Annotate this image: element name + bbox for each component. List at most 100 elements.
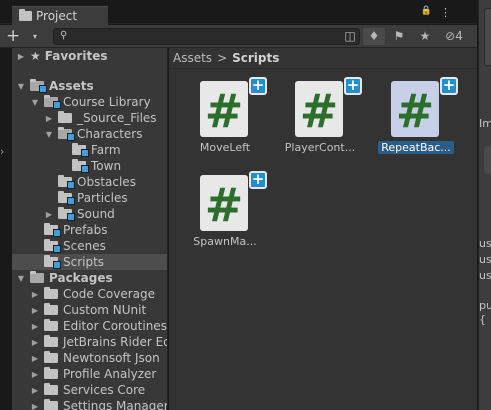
tree-item[interactable]: Particles [12, 190, 167, 206]
folder-icon [44, 399, 58, 410]
folder-icon [72, 143, 89, 157]
script-asset-item[interactable]: # + PlayerCont... [282, 77, 362, 161]
expand-arrow-icon[interactable]: ▼ [16, 274, 26, 283]
tree-item[interactable]: ▶ JetBrains Rider Edit [12, 334, 167, 350]
breadcrumb-assets[interactable]: Assets [173, 51, 212, 65]
chevron-down-icon[interactable]: ▾ [33, 32, 37, 41]
tree-item-label: Favorites [44, 49, 108, 63]
script-asset-name-text: MoveLeft [199, 141, 251, 154]
inspector-code-line: { [479, 313, 486, 326]
breadcrumb: Assets > Scripts [173, 50, 279, 66]
tree-item[interactable]: ▼ Characters [12, 126, 167, 142]
tree-item[interactable]: Farm [12, 142, 167, 158]
inspector-code-line: us [479, 269, 491, 282]
tree-item-label: Services Core [63, 383, 146, 397]
tree-item[interactable]: Obstacles [12, 174, 167, 190]
folder-icon [44, 255, 61, 269]
project-asset-view[interactable]: Assets > Scripts # + MoveLeft # + PlayerCont.… [169, 48, 477, 410]
tree-item[interactable]: ▼ Packages [12, 270, 167, 286]
collapse-arrow-icon[interactable]: ▶ [30, 322, 40, 331]
tree-item[interactable]: ▶ Profile Analyzer [12, 366, 167, 382]
expand-arrow-icon[interactable]: ▼ [16, 82, 26, 91]
collapse-arrow-icon[interactable]: ▶ [30, 290, 40, 299]
collapse-arrow-icon[interactable]: ▶ [30, 370, 40, 379]
search-input[interactable] [70, 29, 340, 44]
project-folder-tree[interactable]: ▶ ★ Favorites ▼ Assets ▼ Course Library ▶ _Sourc… [12, 48, 168, 410]
folder-icon [58, 175, 75, 189]
breadcrumb-scripts[interactable]: Scripts [232, 51, 279, 65]
csharp-script-icon: # + [295, 77, 362, 137]
add-asset-button[interactable]: + [6, 28, 20, 45]
lock-icon[interactable]: 🔒 [421, 6, 432, 19]
tree-item-label: Sound [77, 207, 115, 221]
collapse-arrow-icon[interactable]: ▶ [30, 338, 40, 347]
search-by-type-filter-icon[interactable]: ♦ [363, 28, 385, 45]
favorite-star-icon[interactable]: ★ [414, 28, 436, 45]
tree-item-label: Town [91, 159, 122, 173]
plus-badge-icon: + [249, 77, 267, 95]
tree-item[interactable]: ▶ Settings Manager [12, 398, 167, 410]
tree-item[interactable]: ▶ ★ Favorites [12, 48, 167, 64]
csharp-script-icon: # + [391, 77, 458, 137]
script-asset-item[interactable]: # + RepeatBac... [378, 77, 458, 161]
inspector-code-line: us [479, 253, 491, 266]
kebab-menu-icon[interactable]: ⋮ [440, 6, 451, 19]
tree-item[interactable]: ▶ Editor Coroutines [12, 318, 167, 334]
tree-item[interactable]: ▶ Services Core [12, 382, 167, 398]
tree-item-label: Newtonsoft Json [63, 351, 160, 365]
inspector-edge-button[interactable] [484, 8, 491, 66]
tree-item[interactable]: ▶ Sound [12, 206, 167, 222]
collapse-arrow-icon[interactable]: ▶ [30, 402, 40, 410]
tree-item[interactable]: ▼ Assets [12, 78, 167, 94]
tree-item-label: Characters [77, 127, 143, 141]
inspector-code-line: us [479, 237, 491, 250]
hash-glyph: # [204, 178, 244, 232]
folder-icon [44, 335, 58, 347]
search-field[interactable]: ⚲ [53, 28, 360, 45]
collapse-arrow-icon[interactable]: ▶ [30, 354, 40, 363]
tab-project[interactable]: Project [12, 6, 108, 25]
tree-item-label: Prefabs [63, 223, 108, 237]
folder-icon [44, 287, 58, 299]
tree-item-label: Editor Coroutines [63, 319, 167, 333]
collapse-arrow-icon[interactable]: ▶ [30, 386, 40, 395]
tree-item[interactable]: Prefabs [12, 222, 167, 238]
tree-item[interactable]: ▼ Course Library [12, 94, 167, 110]
label-filter-icon[interactable]: ⚑ [388, 28, 410, 45]
tree-item[interactable]: ▶ _Source_Files [12, 110, 167, 126]
tree-item-label: Particles [77, 191, 128, 205]
collapse-arrow-icon[interactable]: ▶ [44, 114, 54, 123]
collapse-arrow-icon[interactable]: ▶ [30, 306, 40, 315]
collapse-arrow-icon[interactable]: ▶ [44, 210, 54, 219]
tab-project-label: Project [36, 9, 78, 23]
tree-item[interactable]: Town [12, 158, 167, 174]
hidden-count: 4 [455, 29, 463, 43]
tree-item[interactable]: ▶ Code Coverage [12, 286, 167, 302]
collapse-chevron-icon[interactable]: › [0, 145, 4, 158]
tab-controls: 🔒 ⋮ [421, 6, 451, 19]
collapse-arrow-icon[interactable]: ▶ [16, 52, 26, 61]
folder-icon [44, 351, 58, 363]
tree-item[interactable]: ▶ Newtonsoft Json [12, 350, 167, 366]
expand-arrow-icon[interactable]: ▼ [30, 98, 40, 107]
script-asset-name-text: PlayerCont... [284, 141, 356, 154]
folder-icon [44, 367, 58, 379]
tree-item[interactable]: ▶ Custom NUnit [12, 302, 167, 318]
expand-arrow-icon[interactable]: ▼ [44, 130, 54, 139]
hash-glyph: # [204, 84, 244, 138]
tree-item-label: Code Coverage [63, 287, 156, 301]
plus-badge-icon: + [440, 77, 458, 95]
script-asset-item[interactable]: # + MoveLeft [187, 77, 267, 161]
tree-item[interactable]: Scripts [12, 254, 167, 270]
hidden-packages-toggle[interactable]: ⊘4 [438, 28, 470, 45]
tree-item-label: Profile Analyzer [63, 367, 157, 381]
inspector-open-button[interactable] [484, 146, 491, 174]
tree-item-label: Scripts [63, 255, 105, 269]
folder-icon [44, 383, 58, 395]
search-by-type-icon[interactable]: ◫ [339, 28, 361, 45]
script-asset-name: RepeatBac... [378, 141, 454, 154]
folder-icon [58, 191, 75, 205]
tree-item[interactable]: Scenes [12, 238, 167, 254]
folder-icon [44, 95, 61, 109]
script-asset-item[interactable]: # + SpawnMa... [187, 171, 267, 255]
